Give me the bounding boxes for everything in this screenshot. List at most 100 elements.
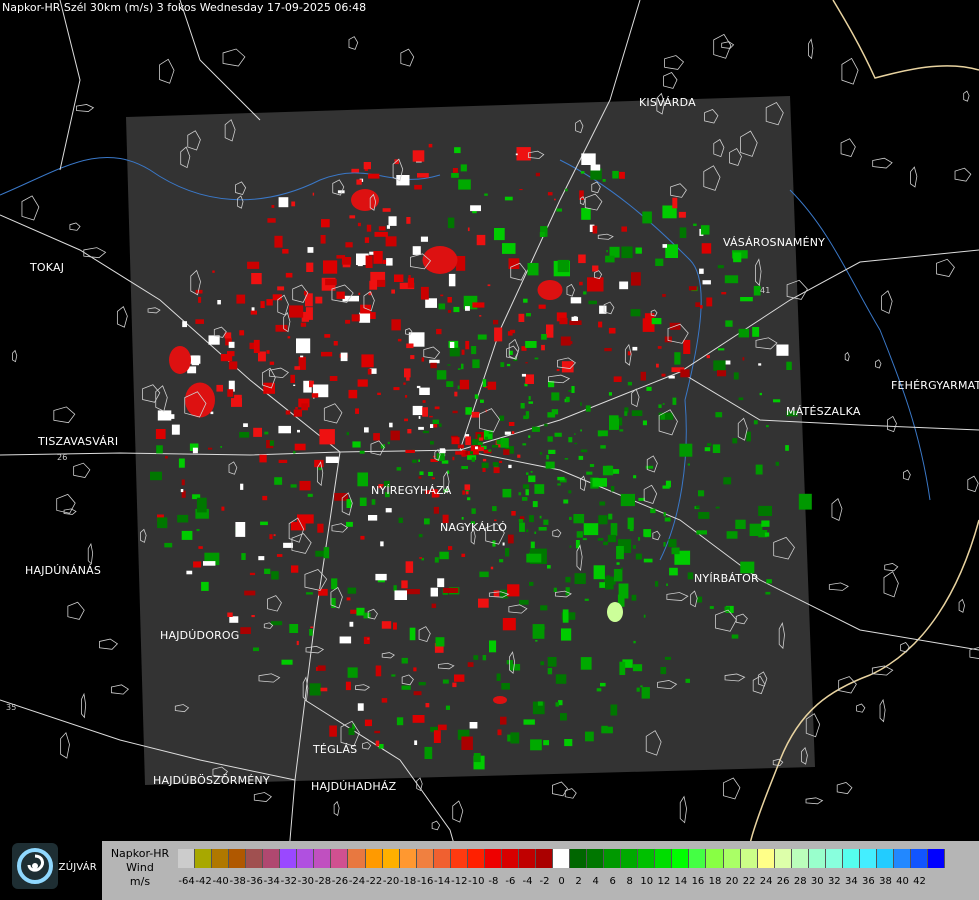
legend-swatch [757,849,775,868]
legend-tick: 40 [896,876,909,887]
legend-swatch [706,849,724,868]
map-title: Napkor-HR Szél 30km (m/s) 3 fokos Wednes… [2,1,367,14]
legend-swatch [212,849,230,868]
legend-tick: 8 [626,876,633,887]
legend-tick: -42 [195,876,212,887]
legend-swatch [450,849,468,868]
legend-swatch [808,849,826,868]
legend-tick: -30 [297,876,315,887]
legend-tick: -4 [522,876,533,887]
legend-swatch [689,849,707,868]
legend-swatch [791,849,809,868]
legend-tick: 38 [879,876,892,887]
legend-tick: -18 [399,876,417,887]
legend-tick: -14 [434,876,451,887]
legend-tick: 18 [708,876,722,887]
legend-swatch [740,849,758,868]
legend-tick: 34 [844,876,858,887]
legend-swatch [928,849,946,868]
place-vasarosnameny: VÁSÁROSNAMÉNY [723,236,826,249]
napkor-logo-icon [12,843,58,889]
legend-swatch [518,849,536,868]
legend-swatch [621,849,639,868]
legend-source: Napkor-HR [110,847,170,860]
legend-tick: 36 [862,876,875,887]
legend-swatch [365,849,383,868]
legend-tick: 0 [558,876,565,887]
radar-map [0,0,979,900]
legend-swatch [195,849,213,868]
legend-swatch [399,849,417,868]
legend-tick: -16 [417,876,434,887]
legend-tick: 10 [640,876,654,887]
legend-swatch [638,849,656,868]
legend-swatch [348,849,366,868]
legend-swatch [467,849,485,868]
road-number: 41 [760,286,771,295]
legend-swatch [876,849,894,868]
legend-tick: 20 [725,876,739,887]
legend-swatch [655,849,673,868]
legend-tick: -6 [505,876,516,887]
legend-swatch [723,849,741,868]
legend-swatch [178,849,196,868]
legend-tick: -10 [468,876,485,887]
legend-tick: -38 [229,876,246,887]
road-number: 35 [6,703,17,712]
legend-swatch [825,849,843,868]
place-hajdunanas: HAJDÚNÁNÁS [25,564,102,577]
place-hajduboszormeny: HAJDÚBÖSZÖRMÉNY [153,774,270,787]
legend-ticks: -64 -42 -40 -38 -36 -34 -32 -30 -28 -26 -24 -22 -20-… [178,876,928,890]
legend-tick: -28 [314,876,332,887]
legend-swatch [314,849,332,868]
legend-swatch [416,849,434,868]
legend-tick: 14 [674,876,688,887]
color-legend: Napkor-HR Wind m/s -64 -42 -40 -38 -36 -34 -32… [102,841,979,900]
legend-swatch [842,849,860,868]
legend-swatch [229,849,247,868]
legend-tick: 12 [657,876,671,887]
legend-tick: 22 [742,876,756,887]
place-hajduhadhaz: HAJDÚHADHÁZ [311,780,397,793]
legend-tick: -20 [382,876,400,887]
legend-swatch [570,849,588,868]
place-fehergyarmat: FEHÉRGYARMAT [891,379,979,392]
legend-tick: -64 [178,876,195,887]
legend-swatches [178,849,946,868]
legend-swatch [604,849,622,868]
legend-tick: -24 [348,876,366,887]
legend-tick: -22 [365,876,383,887]
legend-tick: -26 [331,876,349,887]
legend-tick: 4 [592,876,599,887]
legend-swatch [553,849,571,868]
legend-tick: -32 [280,876,297,887]
legend-tick: 16 [691,876,705,887]
legend-swatch [893,849,912,868]
place-nagykallo: NAGYKÁLLÓ [440,521,508,534]
legend-tick: -40 [212,876,229,887]
place-nyiregyhaza: NYÍREGYHÁZA [371,484,452,497]
legend-tick: -12 [451,876,468,887]
road-number: 26 [57,453,68,462]
legend-swatch [911,849,929,868]
legend-tick: 32 [827,876,841,887]
place-tiszavasvari: TISZAVASVÁRI [38,435,119,448]
legend-quantity: Wind [126,861,154,874]
place-nyirbator: NYÍRBÁTOR [694,572,759,585]
legend-swatch [331,849,349,868]
legend-swatch [433,849,451,868]
legend-swatch [280,849,298,868]
legend-tick: 28 [793,876,807,887]
place-kisvarda: KISVÁRDA [639,96,696,109]
legend-swatch [501,849,519,868]
legend-swatch [263,849,281,868]
legend-tick: 30 [810,876,824,887]
legend-swatch [246,849,264,868]
legend-tick: 24 [759,876,773,887]
legend-tick: -36 [246,876,263,887]
legend-swatch [859,849,877,868]
legend-tick: -8 [488,876,499,887]
legend-tick: -2 [539,876,550,887]
legend-tick: 42 [913,876,926,887]
legend-swatch [535,849,554,868]
